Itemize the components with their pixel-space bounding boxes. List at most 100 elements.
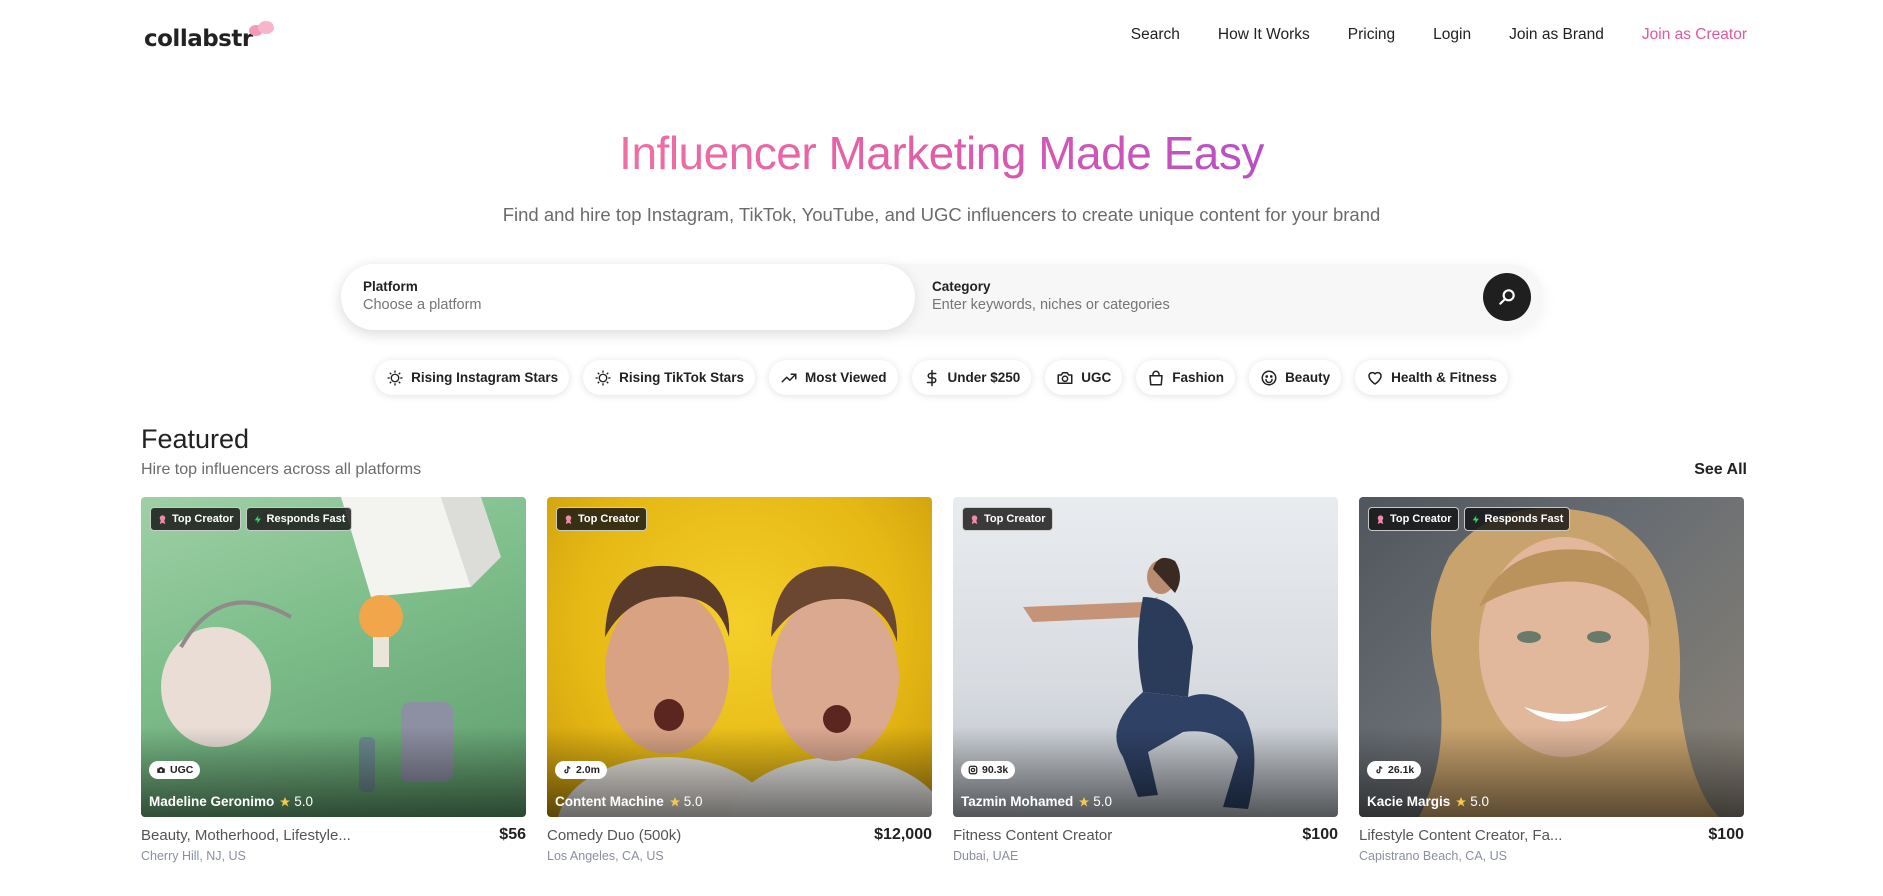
chip-fashion[interactable]: Fashion — [1136, 360, 1236, 395]
creator-description: Lifestyle Content Creator, Fa... — [1359, 827, 1563, 844]
creator-price: $56 — [499, 826, 526, 843]
creator-name-row: Madeline Geronimo 5.0 — [149, 794, 313, 809]
nav-join-brand-link[interactable]: Join as Brand — [1509, 26, 1604, 44]
badge-label: Responds Fast — [1484, 513, 1564, 525]
chip-rising-instagram-stars[interactable]: Rising Instagram Stars — [375, 360, 570, 395]
creator-description: Fitness Content Creator — [953, 827, 1113, 844]
hero-title: Influencer Marketing Made Easy — [0, 126, 1883, 180]
creator-card[interactable]: Top Creator 2.0m Content Machine 5.0 Com… — [547, 497, 932, 867]
creator-location: Capistrano Beach, CA, US — [1359, 849, 1507, 863]
creator-price: $100 — [1708, 826, 1744, 843]
sparkle-icon — [387, 370, 403, 385]
chip-label: UGC — [1081, 370, 1112, 385]
star-icon — [669, 796, 680, 806]
card-badges: Top Creator — [556, 507, 647, 531]
category-input[interactable] — [932, 297, 1452, 313]
creator-name: Kacie Margis — [1367, 794, 1451, 809]
award-icon — [565, 514, 572, 524]
category-label: Category — [932, 279, 991, 294]
collabstr-logo[interactable]: collabstr — [144, 21, 275, 56]
top-creator-badge: Top Creator — [150, 507, 241, 531]
platform-label: UGC — [170, 764, 194, 776]
platform-pill: 26.1k — [1367, 761, 1422, 779]
badge-label: Top Creator — [172, 513, 234, 525]
trending-up-icon — [781, 373, 797, 382]
dollar-icon — [926, 369, 936, 386]
nav-login-link[interactable]: Login — [1433, 26, 1471, 44]
see-all-link[interactable]: See All — [1694, 461, 1747, 479]
creator-card[interactable]: Top Creator Responds Fast 26.1k Kacie Ma… — [1359, 497, 1744, 867]
card-badges: Top Creator Responds Fast — [1368, 507, 1571, 531]
rating: 5.0 — [1455, 794, 1489, 809]
category-field[interactable]: Category — [932, 264, 1452, 330]
tiktok-icon — [564, 766, 571, 774]
heart-icon — [1368, 371, 1382, 385]
creator-photo: Top Creator 90.3k Tazmin Mohamed 5.0 — [953, 497, 1338, 817]
award-icon — [1377, 514, 1384, 524]
lightning-icon — [1472, 514, 1479, 524]
instagram-icon — [968, 765, 978, 775]
nav-pricing-link[interactable]: Pricing — [1348, 26, 1395, 44]
chip-label: Rising TikTok Stars — [619, 370, 744, 385]
creator-location: Cherry Hill, NJ, US — [141, 849, 246, 863]
responds-fast-badge: Responds Fast — [245, 507, 353, 531]
chip-label: Rising Instagram Stars — [411, 370, 559, 385]
creator-name: Madeline Geronimo — [149, 794, 275, 809]
chip-beauty[interactable]: Beauty — [1249, 360, 1342, 395]
top-creator-badge: Top Creator — [556, 507, 647, 531]
rating: 5.0 — [669, 794, 703, 809]
face-icon — [1261, 370, 1277, 385]
creator-name-row: Kacie Margis 5.0 — [1367, 794, 1489, 809]
creator-description: Comedy Duo (500k) — [547, 827, 682, 844]
sparkle-icon — [595, 370, 611, 385]
creator-name: Content Machine — [555, 794, 664, 809]
creator-price: $12,000 — [874, 826, 932, 843]
chip-ugc[interactable]: UGC — [1045, 360, 1123, 395]
chip-most-viewed[interactable]: Most Viewed — [768, 360, 898, 395]
card-badges: Top Creator — [962, 507, 1053, 531]
chip-label: Most Viewed — [804, 370, 887, 385]
rating-value: 5.0 — [1470, 794, 1490, 809]
chip-rising-tiktok-stars[interactable]: Rising TikTok Stars — [583, 360, 755, 395]
creator-card[interactable]: Top Creator Responds Fast UGC Madeline G… — [141, 497, 526, 867]
nav-join-creator-link[interactable]: Join as Creator — [1642, 26, 1747, 44]
featured-title: Featured — [141, 424, 250, 454]
award-icon — [971, 514, 978, 524]
search-button[interactable] — [1483, 273, 1531, 321]
tiktok-icon — [1376, 766, 1383, 774]
creator-name-row: Content Machine 5.0 — [555, 794, 703, 809]
rating: 5.0 — [1078, 794, 1112, 809]
platform-pill: 2.0m — [555, 761, 607, 779]
award-icon — [159, 514, 166, 524]
chip-label: Fashion — [1172, 370, 1225, 385]
search-icon — [1499, 289, 1515, 305]
platform-label: 26.1k — [1388, 764, 1415, 776]
top-navigation: collabstr Search How It Works Pricing Lo… — [0, 0, 1883, 78]
badge-label: Top Creator — [984, 513, 1046, 525]
responds-fast-badge: Responds Fast — [1463, 507, 1571, 531]
creator-price: $100 — [1302, 826, 1338, 843]
featured-cards: Top Creator Responds Fast UGC Madeline G… — [141, 497, 1744, 867]
badge-label: Top Creator — [1390, 513, 1452, 525]
nav-links: Search How It Works Pricing Login Join a… — [1131, 26, 1747, 44]
platform-label: 2.0m — [576, 764, 600, 776]
chip-health-fitness[interactable]: Health & Fitness — [1355, 360, 1508, 395]
nav-how-it-works-link[interactable]: How It Works — [1218, 26, 1310, 44]
platform-input[interactable] — [363, 297, 893, 313]
badge-label: Top Creator — [578, 513, 640, 525]
creator-photo: Top Creator 2.0m Content Machine 5.0 — [547, 497, 932, 817]
nav-search-link[interactable]: Search — [1131, 26, 1180, 44]
star-icon — [280, 796, 291, 806]
hero-title-text: Influencer Marketing Made Easy — [619, 127, 1264, 179]
creator-card[interactable]: Top Creator 90.3k Tazmin Mohamed 5.0 Fit… — [953, 497, 1338, 867]
rating-value: 5.0 — [683, 794, 703, 809]
shopping-bag-icon — [1149, 370, 1164, 385]
creator-photo: Top Creator Responds Fast 26.1k Kacie Ma… — [1359, 497, 1744, 817]
featured-subtitle: Hire top influencers across all platform… — [141, 461, 422, 478]
chip-under-250[interactable]: Under $250 — [911, 360, 1032, 395]
top-creator-badge: Top Creator — [1368, 507, 1459, 531]
chip-label: Under $250 — [947, 370, 1021, 385]
search-bar: Platform Category — [341, 264, 1543, 330]
platform-label: 90.3k — [982, 764, 1009, 776]
platform-field[interactable]: Platform — [341, 264, 915, 330]
